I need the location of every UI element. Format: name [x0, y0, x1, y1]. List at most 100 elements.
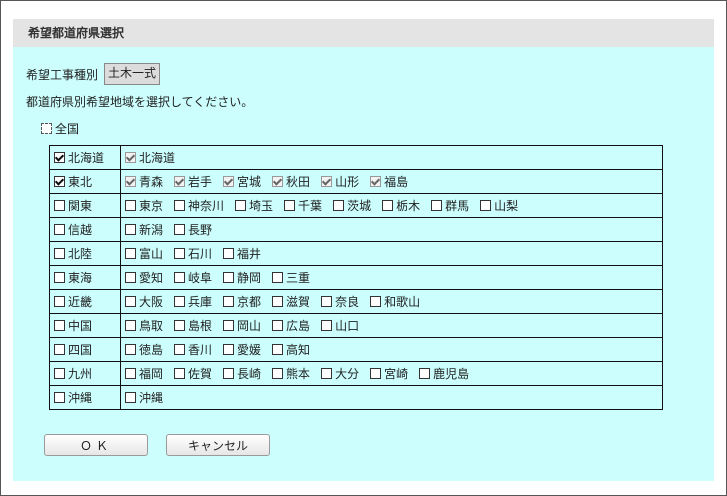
cancel-button[interactable]: キャンセル	[166, 434, 270, 456]
prefecture-checkbox[interactable]	[321, 296, 333, 307]
region-checkbox[interactable]	[54, 152, 65, 163]
prefecture-option[interactable]: 岩手	[174, 173, 212, 190]
prefecture-option[interactable]: 宮城	[223, 173, 261, 190]
prefecture-checkbox[interactable]	[272, 272, 284, 283]
prefecture-checkbox[interactable]	[125, 296, 136, 307]
prefecture-checkbox[interactable]	[272, 368, 284, 379]
prefecture-checkbox[interactable]	[125, 152, 136, 163]
prefecture-checkbox[interactable]	[321, 368, 333, 379]
prefecture-option[interactable]: 新潟	[125, 221, 163, 238]
prefecture-checkbox[interactable]	[431, 200, 443, 211]
prefecture-option[interactable]: 兵庫	[174, 293, 212, 310]
prefecture-option[interactable]: 大阪	[125, 293, 163, 310]
prefecture-option[interactable]: 熊本	[272, 365, 310, 382]
region-option-shikoku[interactable]: 四国	[54, 341, 92, 358]
region-checkbox[interactable]	[54, 320, 65, 331]
region-option-tohoku[interactable]: 東北	[54, 173, 92, 190]
prefecture-option[interactable]: 静岡	[223, 269, 261, 286]
prefecture-checkbox[interactable]	[174, 296, 186, 307]
prefecture-checkbox[interactable]	[321, 320, 333, 331]
prefecture-option[interactable]: 秋田	[272, 173, 310, 190]
prefecture-checkbox[interactable]	[125, 368, 136, 379]
prefecture-checkbox[interactable]	[125, 248, 136, 259]
prefecture-option[interactable]: 和歌山	[370, 293, 420, 310]
prefecture-checkbox[interactable]	[370, 296, 382, 307]
prefecture-checkbox[interactable]	[223, 368, 235, 379]
prefecture-checkbox[interactable]	[223, 272, 235, 283]
region-checkbox[interactable]	[54, 296, 65, 307]
region-option-kyushu[interactable]: 九州	[54, 365, 92, 382]
prefecture-option[interactable]: 沖縄	[125, 389, 163, 406]
prefecture-option[interactable]: 大分	[321, 365, 359, 382]
prefecture-option[interactable]: 香川	[174, 341, 212, 358]
region-checkbox[interactable]	[54, 272, 65, 283]
prefecture-option[interactable]: 奈良	[321, 293, 359, 310]
prefecture-option[interactable]: 岡山	[223, 317, 261, 334]
region-checkbox[interactable]	[54, 248, 65, 259]
region-checkbox[interactable]	[54, 176, 65, 187]
prefecture-option[interactable]: 岐阜	[174, 269, 212, 286]
prefecture-checkbox[interactable]	[333, 200, 345, 211]
prefecture-checkbox[interactable]	[370, 368, 382, 379]
prefecture-checkbox[interactable]	[174, 200, 186, 211]
prefecture-checkbox[interactable]	[125, 392, 136, 403]
all-country-option[interactable]: 全国	[41, 120, 79, 137]
region-option-hokuriku[interactable]: 北陸	[54, 245, 92, 262]
prefecture-option[interactable]: 徳島	[125, 341, 163, 358]
prefecture-option[interactable]: 神奈川	[174, 197, 224, 214]
prefecture-option[interactable]: 高知	[272, 341, 310, 358]
region-option-tokai[interactable]: 東海	[54, 269, 92, 286]
prefecture-option[interactable]: 千葉	[284, 197, 322, 214]
prefecture-option[interactable]: 東京	[125, 197, 163, 214]
prefecture-option[interactable]: 三重	[272, 269, 310, 286]
region-checkbox[interactable]	[54, 224, 65, 235]
prefecture-checkbox[interactable]	[223, 320, 235, 331]
prefecture-option[interactable]: 鹿児島	[419, 365, 469, 382]
prefecture-option[interactable]: 佐賀	[174, 365, 212, 382]
prefecture-option[interactable]: 福島	[370, 173, 408, 190]
prefecture-checkbox[interactable]	[125, 344, 136, 355]
prefecture-option[interactable]: 群馬	[431, 197, 469, 214]
prefecture-option[interactable]: 山口	[321, 317, 359, 334]
prefecture-option[interactable]: 栃木	[382, 197, 420, 214]
prefecture-checkbox[interactable]	[272, 320, 284, 331]
region-option-hokkaido[interactable]: 北海道	[54, 149, 104, 166]
prefecture-checkbox[interactable]	[272, 176, 284, 187]
prefecture-option[interactable]: 鳥取	[125, 317, 163, 334]
prefecture-option[interactable]: 広島	[272, 317, 310, 334]
prefecture-checkbox[interactable]	[235, 200, 247, 211]
prefecture-checkbox[interactable]	[419, 368, 431, 379]
region-checkbox[interactable]	[54, 368, 65, 379]
prefecture-option[interactable]: 山形	[321, 173, 359, 190]
prefecture-option[interactable]: 愛媛	[223, 341, 261, 358]
prefecture-option[interactable]: 埼玉	[235, 197, 273, 214]
prefecture-checkbox[interactable]	[174, 176, 186, 187]
prefecture-option[interactable]: 滋賀	[272, 293, 310, 310]
all-country-checkbox[interactable]	[41, 123, 52, 134]
prefecture-option[interactable]: 福岡	[125, 365, 163, 382]
prefecture-option[interactable]: 島根	[174, 317, 212, 334]
prefecture-option[interactable]: 山梨	[480, 197, 518, 214]
prefecture-option[interactable]: 富山	[125, 245, 163, 262]
region-checkbox[interactable]	[54, 200, 65, 211]
prefecture-checkbox[interactable]	[480, 200, 492, 211]
region-option-kinki[interactable]: 近畿	[54, 293, 92, 310]
prefecture-checkbox[interactable]	[272, 344, 284, 355]
work-type-value-button[interactable]: 土木一式	[104, 63, 161, 85]
prefecture-checkbox[interactable]	[125, 224, 136, 235]
region-option-kanto[interactable]: 関東	[54, 197, 92, 214]
prefecture-option[interactable]: 茨城	[333, 197, 371, 214]
prefecture-checkbox[interactable]	[125, 272, 136, 283]
prefecture-checkbox[interactable]	[125, 320, 136, 331]
region-option-chugoku[interactable]: 中国	[54, 317, 92, 334]
prefecture-checkbox[interactable]	[174, 320, 186, 331]
prefecture-checkbox[interactable]	[272, 296, 284, 307]
prefecture-option[interactable]: 愛知	[125, 269, 163, 286]
region-checkbox[interactable]	[54, 344, 65, 355]
prefecture-checkbox[interactable]	[125, 176, 136, 187]
ok-button[interactable]: ＯＫ	[44, 434, 148, 456]
prefecture-checkbox[interactable]	[174, 224, 186, 235]
prefecture-checkbox[interactable]	[174, 272, 186, 283]
region-option-okinawa[interactable]: 沖縄	[54, 389, 92, 406]
prefecture-checkbox[interactable]	[370, 176, 382, 187]
